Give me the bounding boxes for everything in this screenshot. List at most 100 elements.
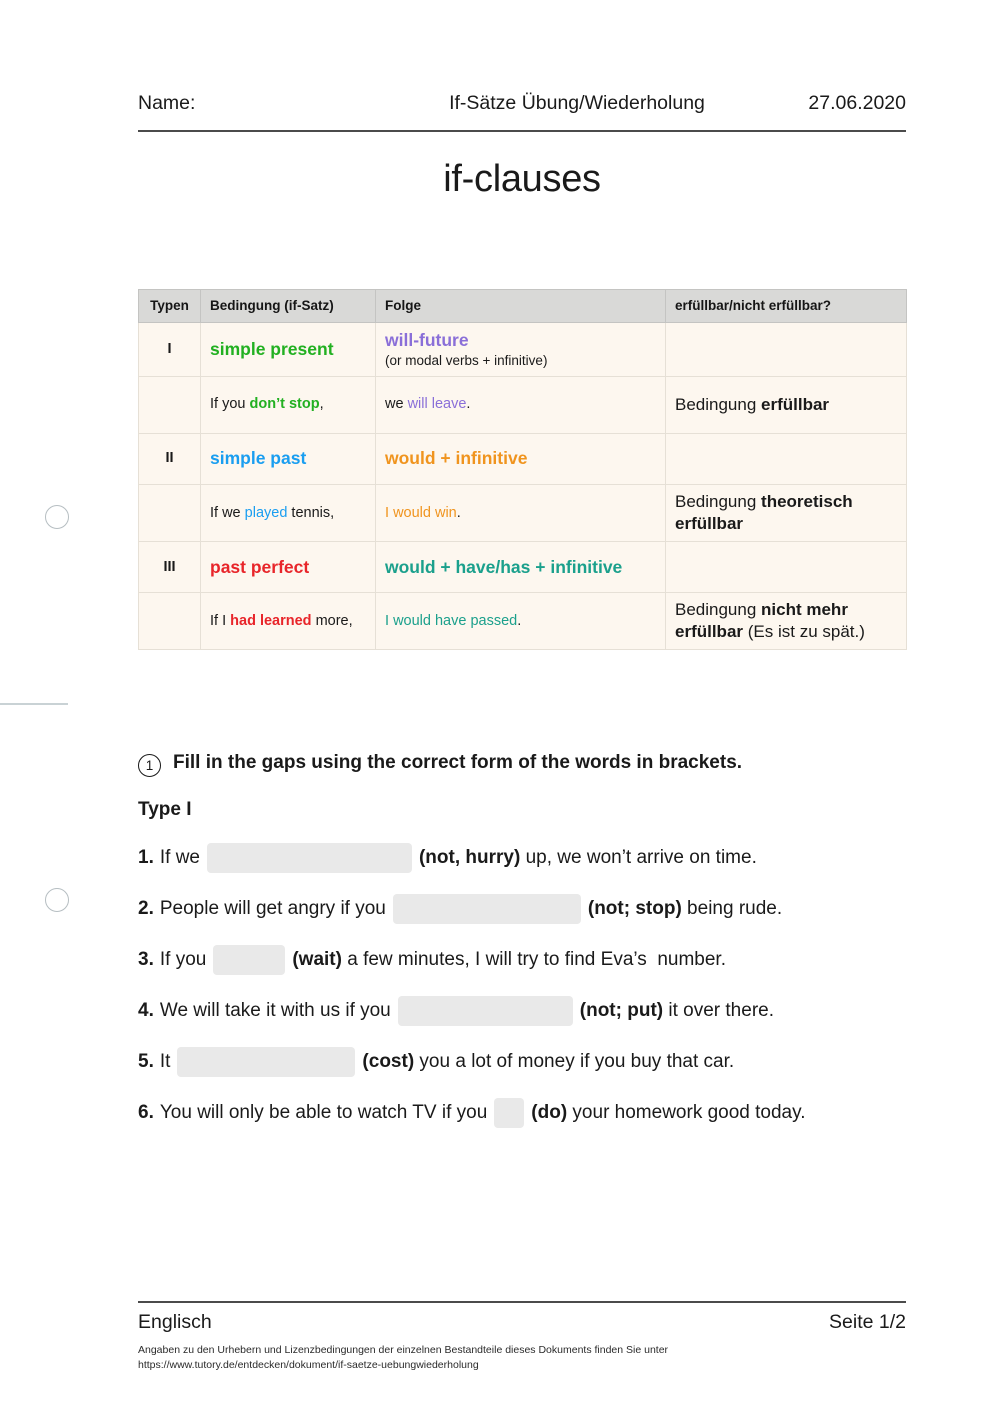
cell-type	[138, 483, 201, 543]
cell-type	[138, 592, 201, 651]
question-number: 3.	[138, 948, 154, 970]
list-item: 1. If we (not, hurry) up, we won’t arrive …	[138, 843, 906, 873]
table-row: If you don’t stop, we will leave. Beding…	[138, 375, 907, 434]
answer-gap-input[interactable]	[397, 996, 573, 1026]
question-prefix: People will get angry if you	[159, 897, 386, 919]
task-instruction-text: Fill in the gaps using the correct form …	[173, 752, 743, 773]
column-header-typen: Typen	[138, 289, 201, 323]
result-highlight: would win	[393, 504, 457, 521]
condition-highlight: had learned	[230, 612, 312, 629]
page-footer: Englisch Seite 1/2	[138, 1311, 906, 1334]
list-item: 5. It (cost) you a lot of money if you buy…	[138, 1047, 906, 1077]
name-label: Name:	[138, 92, 196, 114]
column-header-folge: Folge	[375, 289, 666, 323]
margin-circle-marker-2[interactable]	[45, 888, 69, 912]
question-suffix: your homework good today.	[567, 1101, 806, 1123]
condition-tense-label: past perfect	[210, 556, 310, 577]
cell-fulfillable: Bedingung theoretisch erfüllbar	[665, 483, 907, 543]
cell-fulfillable: Bedingung erfüllbar	[665, 375, 907, 434]
condition-suffix: ,	[319, 396, 324, 413]
question-suffix: it over there.	[663, 999, 774, 1021]
cell-result: would + have/has + infinitive	[375, 541, 666, 594]
license-notice: Angaben zu den Urhebern und Lizenzbeding…	[138, 1343, 906, 1373]
cell-condition: If you don’t stop,	[200, 375, 376, 434]
margin-circle-marker-1[interactable]	[45, 505, 69, 529]
question-number: 4.	[138, 999, 154, 1021]
result-suffix: .	[466, 396, 471, 413]
condition-highlight: don’t stop	[249, 396, 320, 413]
question-number: 2.	[138, 897, 154, 919]
question-prefix: If you	[159, 948, 207, 970]
cell-fulfillable	[665, 541, 907, 594]
fulfillable-suffix: (Es ist zu spät.)	[743, 622, 865, 642]
answer-gap-input[interactable]	[494, 1098, 525, 1128]
cell-result: would + infinitive	[375, 432, 666, 485]
condition-tense-label: simple past	[210, 448, 307, 469]
task-instruction-row: 1 Fill in the gaps using the correct for…	[138, 752, 906, 777]
cell-type: I	[138, 321, 201, 377]
question-number: 1.	[138, 846, 154, 868]
question-bracket-hint: (not; stop)	[587, 897, 682, 919]
question-prefix: We will take it with us if you	[159, 999, 391, 1021]
result-prefix: I	[385, 504, 394, 521]
cell-condition: past perfect	[200, 541, 376, 594]
page-title: if-clauses	[443, 158, 601, 200]
license-url[interactable]: https://www.tutory.de/entdecken/dokument…	[138, 1358, 906, 1373]
question-prefix: It	[159, 1050, 171, 1072]
task-number-badge: 1	[138, 754, 161, 777]
result-suffix: .	[456, 504, 461, 521]
footer-divider	[138, 1301, 906, 1303]
cell-result: we will leave.	[375, 375, 666, 434]
footer-subject: Englisch	[138, 1311, 212, 1333]
worksheet-page: Name: If-Sätze Übung/Wiederholung 27.06.…	[0, 0, 1000, 1416]
question-bracket-hint: (wait)	[292, 948, 342, 970]
fulfillable-bold: erfüllbar	[761, 394, 830, 414]
fulfillable-prefix: Bedingung	[675, 600, 762, 620]
cell-result: I would have passed.	[375, 592, 666, 651]
question-prefix: You will only be able to watch TV if you	[159, 1101, 488, 1123]
column-header-bedingung: Bedingung (if-Satz)	[200, 289, 376, 323]
if-clauses-reference-table: Typen Bedingung (if-Satz) Folge erfüllba…	[138, 289, 907, 651]
cell-fulfillable: Bedingung nicht mehr erfüllbar (Es ist z…	[665, 592, 907, 651]
answer-gap-input[interactable]	[392, 894, 581, 924]
question-bracket-hint: (not, hurry)	[418, 846, 521, 868]
cell-type	[138, 375, 201, 434]
page-header: Name: If-Sätze Übung/Wiederholung 27.06.…	[138, 92, 906, 115]
question-suffix: a few minutes, I will try to find Eva’s …	[341, 948, 726, 970]
result-prefix: we	[385, 396, 408, 413]
column-header-erfuellbar: erfüllbar/nicht erfüllbar?	[665, 289, 907, 323]
cell-fulfillable	[665, 432, 907, 485]
answer-gap-input[interactable]	[177, 1047, 356, 1077]
result-tense-label: will-future	[385, 329, 469, 350]
answer-gap-input[interactable]	[213, 945, 286, 975]
question-prefix: If we	[159, 846, 200, 868]
question-number: 5.	[138, 1050, 154, 1072]
cell-type: II	[138, 432, 201, 485]
result-tense-label: would + have/has + infinitive	[385, 556, 623, 577]
cell-condition: If we played tennis,	[200, 483, 376, 543]
condition-suffix: tennis,	[287, 504, 335, 521]
list-item: 6. You will only be able to watch TV if y…	[138, 1098, 906, 1128]
exercise-type-heading: Type I	[138, 799, 192, 820]
header-divider	[138, 130, 906, 132]
question-suffix: up, we won’t arrive on time.	[520, 846, 757, 868]
question-suffix: being rude.	[681, 897, 783, 919]
cell-condition: simple present	[200, 321, 376, 377]
margin-divider-line	[0, 703, 68, 705]
result-highlight: will leave	[407, 396, 467, 413]
question-bracket-hint: (cost)	[362, 1050, 415, 1072]
worksheet-subtitle: If-Sätze Übung/Wiederholung	[449, 92, 705, 114]
cell-fulfillable	[665, 321, 907, 377]
license-line-1: Angaben zu den Urhebern und Lizenzbeding…	[138, 1344, 669, 1356]
table-row: III past perfect would + have/has + infi…	[138, 541, 907, 594]
result-tense-label: would + infinitive	[385, 448, 528, 469]
condition-prefix: If you	[210, 396, 250, 413]
result-highlight: would have passed	[393, 612, 518, 629]
result-tense-note: (or modal verbs + infinitive)	[385, 353, 548, 369]
exercise-section: 1 Fill in the gaps using the correct for…	[138, 752, 906, 1149]
condition-suffix: more,	[311, 612, 353, 629]
answer-gap-input[interactable]	[206, 843, 412, 873]
cell-condition: simple past	[200, 432, 376, 485]
table-row: I simple present will-future (or modal v…	[138, 321, 907, 377]
cell-result: I would win.	[375, 483, 666, 543]
